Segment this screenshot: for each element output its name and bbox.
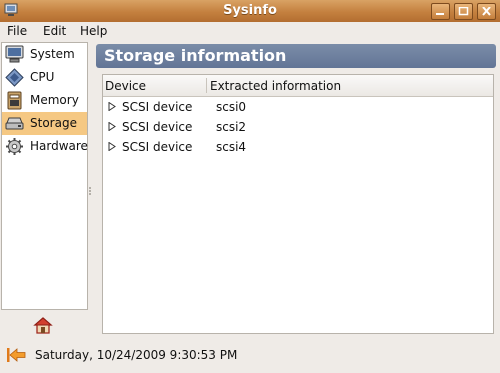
gear-icon xyxy=(6,138,23,155)
menu-bar: File Edit Help xyxy=(0,22,500,41)
sidebar-item-storage[interactable]: Storage xyxy=(2,112,87,135)
monitor-icon xyxy=(5,45,24,63)
cell-extracted-information: scsi4 xyxy=(216,140,247,154)
sidebar-item-hardware[interactable]: Hardware xyxy=(2,135,88,158)
close-button[interactable] xyxy=(477,3,496,20)
section-header: Storage information xyxy=(96,44,496,68)
cell-device: SCSI device xyxy=(122,100,193,114)
cell-device: SCSI device xyxy=(122,120,193,134)
section-title: Storage information xyxy=(104,46,287,65)
sidebar-item-memory[interactable]: Memory xyxy=(2,89,87,112)
table-row[interactable]: SCSI device scsi0 xyxy=(103,97,493,117)
pane-resize-handle[interactable] xyxy=(88,186,92,196)
storage-table: Device Extracted information SCSI device… xyxy=(102,74,494,334)
minimize-button[interactable] xyxy=(431,3,450,20)
expander-triangle-icon[interactable] xyxy=(108,102,116,111)
column-header-device[interactable]: Device xyxy=(105,79,146,93)
expander-triangle-icon[interactable] xyxy=(108,122,116,131)
maximize-button[interactable] xyxy=(454,3,473,20)
sidebar-item-label: Storage xyxy=(30,116,77,130)
table-row[interactable]: SCSI device scsi4 xyxy=(103,137,493,157)
back-arrow-icon[interactable] xyxy=(6,347,26,363)
sidebar-item-label: System xyxy=(30,47,75,61)
home-icon[interactable] xyxy=(33,316,53,336)
cell-extracted-information: scsi0 xyxy=(216,100,247,114)
status-bar: Saturday, 10/24/2009 9:30:53 PM xyxy=(0,340,500,373)
sidebar-item-cpu[interactable]: CPU xyxy=(2,66,87,89)
cell-extracted-information: scsi2 xyxy=(216,120,247,134)
table-row[interactable]: SCSI device scsi2 xyxy=(103,117,493,137)
sidebar-item-label: Hardware xyxy=(30,139,88,153)
column-separator[interactable] xyxy=(206,78,207,93)
cpu-chip-icon xyxy=(5,68,24,87)
expander-triangle-icon[interactable] xyxy=(108,142,116,151)
window-title: Sysinfo xyxy=(223,3,277,18)
close-icon xyxy=(482,7,491,16)
sidebar-item-label: CPU xyxy=(30,70,55,84)
menu-edit[interactable]: Edit xyxy=(43,24,66,38)
memory-icon xyxy=(7,91,22,110)
cell-device: SCSI device xyxy=(122,140,193,154)
menu-help[interactable]: Help xyxy=(80,24,107,38)
drive-icon xyxy=(5,117,24,130)
maximize-icon xyxy=(458,7,469,16)
table-header: Device Extracted information xyxy=(103,75,493,97)
title-bar[interactable]: Sysinfo xyxy=(0,0,500,23)
sidebar: System CPU Memory Storage Hardware xyxy=(1,42,88,310)
minimize-icon xyxy=(436,13,444,15)
status-datetime: Saturday, 10/24/2009 9:30:53 PM xyxy=(35,348,238,362)
sidebar-item-label: Memory xyxy=(30,93,79,107)
sidebar-item-system[interactable]: System xyxy=(2,43,87,66)
menu-file[interactable]: File xyxy=(7,24,27,38)
column-header-extracted-information[interactable]: Extracted information xyxy=(210,79,341,93)
